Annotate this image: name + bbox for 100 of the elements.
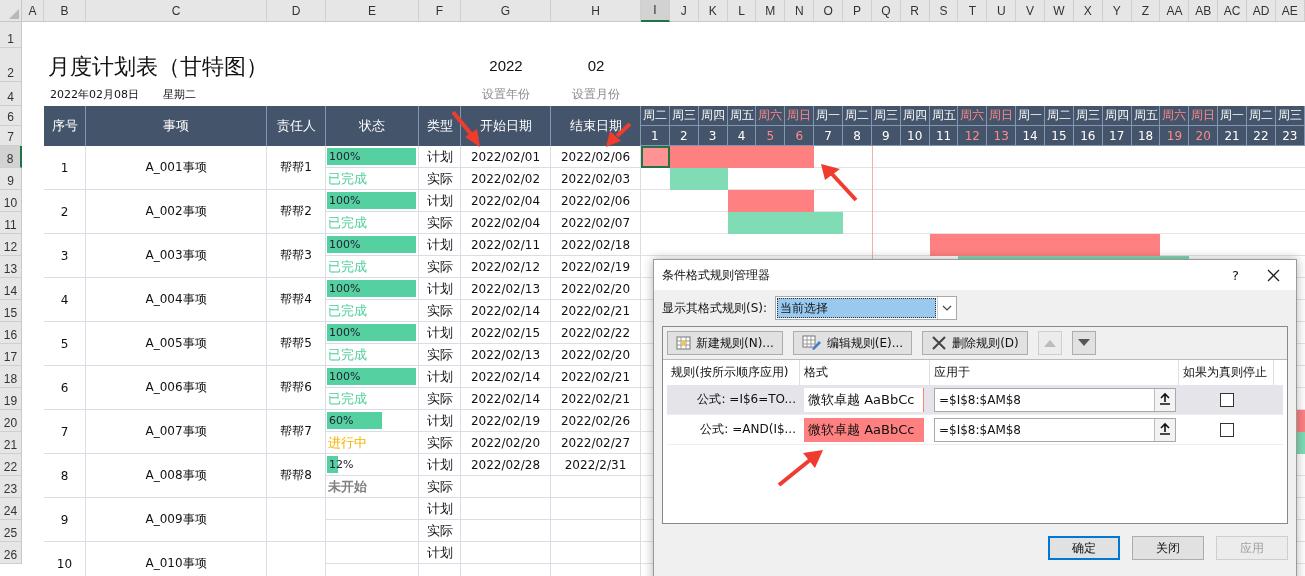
row-header[interactable]: 26 bbox=[0, 542, 22, 564]
weekday-header: 周一 bbox=[814, 106, 843, 126]
row-header[interactable]: 1 bbox=[0, 22, 22, 48]
toolbar-button[interactable]: 新建规则(N)... bbox=[667, 331, 783, 355]
row-header[interactable]: 23 bbox=[0, 476, 22, 498]
row-header[interactable]: 2 bbox=[0, 48, 22, 82]
table-cell: 2022/02/27 bbox=[551, 432, 641, 454]
row-header[interactable]: 9 bbox=[0, 168, 22, 190]
row-header[interactable]: 17 bbox=[0, 344, 22, 366]
dialog-button[interactable]: 关闭 bbox=[1132, 536, 1204, 560]
table-cell: 2022/2/31 bbox=[551, 454, 641, 476]
day-header: 21 bbox=[1218, 126, 1248, 146]
day-header: 2 bbox=[669, 126, 699, 146]
row-header[interactable]: 19 bbox=[0, 388, 22, 410]
row-header[interactable]: 13 bbox=[0, 256, 22, 278]
toolbar-button[interactable]: 删除规则(D) bbox=[922, 331, 1028, 355]
row-header[interactable]: 20 bbox=[0, 410, 22, 432]
weekday-header: 周四 bbox=[1102, 106, 1132, 126]
column-header[interactable]: H bbox=[551, 0, 641, 22]
column-header[interactable]: F bbox=[419, 0, 461, 22]
column-header[interactable]: U bbox=[987, 0, 1017, 22]
year-value[interactable]: 2022 bbox=[461, 48, 551, 82]
table-cell: 实际 bbox=[419, 256, 461, 278]
row-header[interactable]: 4 bbox=[0, 82, 22, 106]
column-header[interactable]: E bbox=[326, 0, 419, 22]
column-header[interactable]: AE bbox=[1275, 0, 1305, 22]
day-header: 13 bbox=[987, 126, 1017, 146]
column-header[interactable]: O bbox=[814, 0, 843, 22]
column-header[interactable]: AC bbox=[1218, 0, 1248, 22]
close-icon[interactable] bbox=[1267, 268, 1280, 282]
row-header[interactable]: 22 bbox=[0, 454, 22, 476]
column-header[interactable]: A bbox=[22, 0, 44, 22]
column-header[interactable]: N bbox=[785, 0, 815, 22]
scope-dropdown[interactable]: 当前选择 bbox=[775, 296, 958, 320]
row-header[interactable]: 15 bbox=[0, 300, 22, 322]
month-value[interactable]: 02 bbox=[551, 48, 641, 82]
rule-row[interactable]: 公式: =AND(I$... 微软卓越 AaBbCc =$I$8:$AM$8 bbox=[667, 415, 1283, 445]
table-cell: 2022/02/04 bbox=[461, 212, 551, 234]
table-cell: 2022/02/07 bbox=[551, 212, 641, 234]
column-header[interactable]: X bbox=[1073, 0, 1103, 22]
column-header[interactable]: AA bbox=[1160, 0, 1190, 22]
column-header[interactable]: I bbox=[641, 0, 670, 22]
table-cell: 2022/02/22 bbox=[551, 322, 641, 344]
rule-row[interactable]: 公式: =I$6=TO... 微软卓越 AaBbCc =$I$8:$AM$8 bbox=[667, 385, 1283, 415]
row-header[interactable]: 21 bbox=[0, 432, 22, 454]
row-header[interactable]: 14 bbox=[0, 278, 22, 300]
column-header[interactable]: Q bbox=[871, 0, 901, 22]
column-header[interactable]: W bbox=[1045, 0, 1074, 22]
column-header[interactable]: J bbox=[669, 0, 699, 22]
row-header[interactable]: 7 bbox=[0, 126, 22, 146]
dialog-button[interactable]: 确定 bbox=[1048, 536, 1120, 560]
arrow bbox=[451, 110, 480, 147]
column-header[interactable]: AD bbox=[1247, 0, 1276, 22]
row-header[interactable]: 12 bbox=[0, 234, 22, 256]
weekday-header: 周四 bbox=[900, 106, 930, 126]
column-header[interactable]: G bbox=[461, 0, 551, 22]
column-header[interactable]: K bbox=[698, 0, 728, 22]
column-header[interactable]: M bbox=[756, 0, 786, 22]
row-header[interactable]: 6 bbox=[0, 106, 22, 126]
move-down-button[interactable] bbox=[1071, 331, 1096, 355]
table-cell: A_005事项 bbox=[86, 322, 267, 366]
row-header[interactable]: 25 bbox=[0, 520, 22, 542]
table-cell: 2022/02/20 bbox=[551, 278, 641, 300]
day-header: 1 bbox=[641, 126, 670, 146]
column-header[interactable]: AB bbox=[1189, 0, 1219, 22]
column-header[interactable]: C bbox=[86, 0, 267, 22]
row-header[interactable]: 8 bbox=[0, 146, 22, 168]
range-field[interactable]: =$I$8:$AM$8 bbox=[934, 417, 1176, 442]
column-title: 序号 bbox=[44, 106, 86, 146]
collapse-icon[interactable] bbox=[1154, 388, 1175, 411]
column-header[interactable]: V bbox=[1016, 0, 1046, 22]
day-header: 8 bbox=[843, 126, 872, 146]
table-cell: 实际 bbox=[419, 520, 461, 542]
row-header[interactable]: 11 bbox=[0, 212, 22, 234]
column-header[interactable]: R bbox=[900, 0, 930, 22]
column-header[interactable]: Y bbox=[1102, 0, 1132, 22]
column-header[interactable]: S bbox=[929, 0, 959, 22]
column-header[interactable]: L bbox=[727, 0, 757, 22]
range-field[interactable]: =$I$8:$AM$8 bbox=[934, 387, 1176, 412]
column-header[interactable]: B bbox=[44, 0, 86, 22]
column-header[interactable]: T bbox=[958, 0, 988, 22]
collapse-icon[interactable] bbox=[1154, 418, 1175, 441]
weekday-header: 周三 bbox=[669, 106, 699, 126]
row-header[interactable]: 18 bbox=[0, 366, 22, 388]
row-header[interactable]: 24 bbox=[0, 498, 22, 520]
table-cell: 10 bbox=[44, 542, 86, 576]
column-header[interactable]: P bbox=[843, 0, 872, 22]
row-header[interactable]: 16 bbox=[0, 322, 22, 344]
day-header: 17 bbox=[1102, 126, 1132, 146]
column-title: 事项 bbox=[86, 106, 267, 146]
row-header[interactable]: 10 bbox=[0, 190, 22, 212]
checkbox[interactable] bbox=[1219, 422, 1234, 437]
help-button[interactable]: ? bbox=[1232, 267, 1239, 283]
weekday-header: 周四 bbox=[698, 106, 728, 126]
column-header[interactable]: Z bbox=[1131, 0, 1161, 22]
table-cell: 2022/02/14 bbox=[461, 300, 551, 322]
column-header[interactable]: D bbox=[267, 0, 326, 22]
table-cell: 7 bbox=[44, 410, 86, 454]
checkbox[interactable] bbox=[1219, 392, 1234, 407]
toolbar-button[interactable]: 编辑规则(E)... bbox=[792, 331, 913, 355]
